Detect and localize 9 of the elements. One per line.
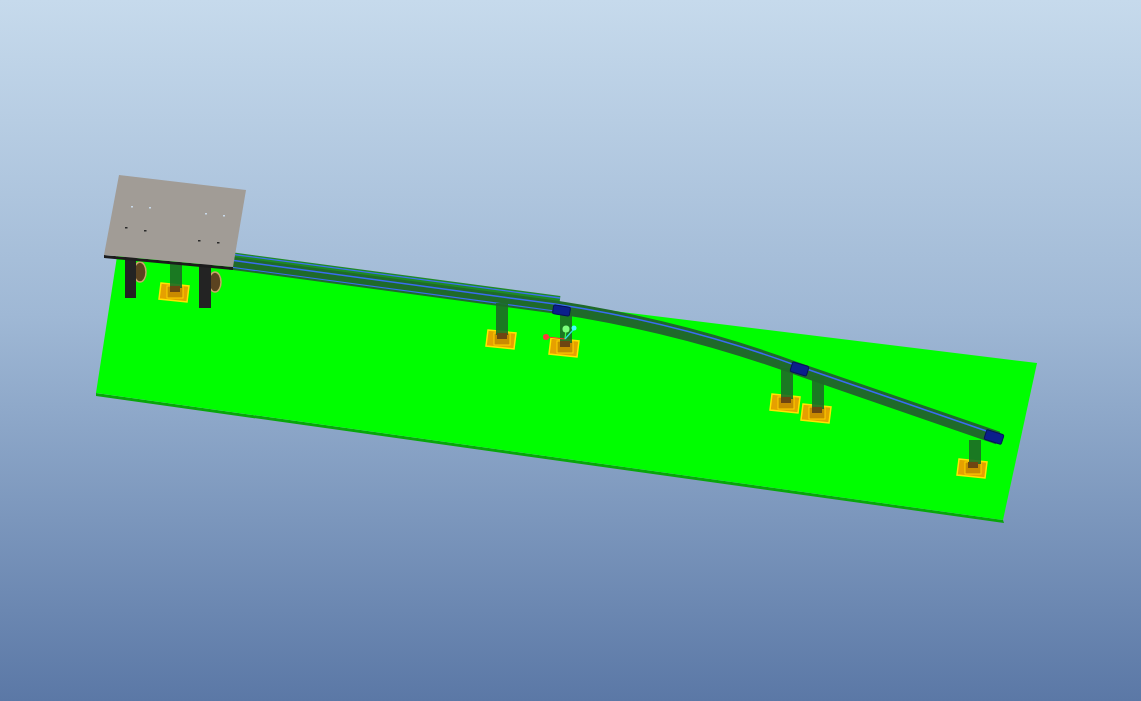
support-post: [956, 440, 988, 479]
plate-leg: [199, 264, 222, 308]
support-post: [485, 303, 517, 350]
axis-triad-icon: [543, 325, 577, 340]
support-post: [158, 262, 190, 303]
rail-connector: [789, 361, 810, 377]
rail-connector: [983, 428, 1005, 446]
rail-connector: [551, 304, 572, 317]
support-post: [769, 368, 801, 414]
